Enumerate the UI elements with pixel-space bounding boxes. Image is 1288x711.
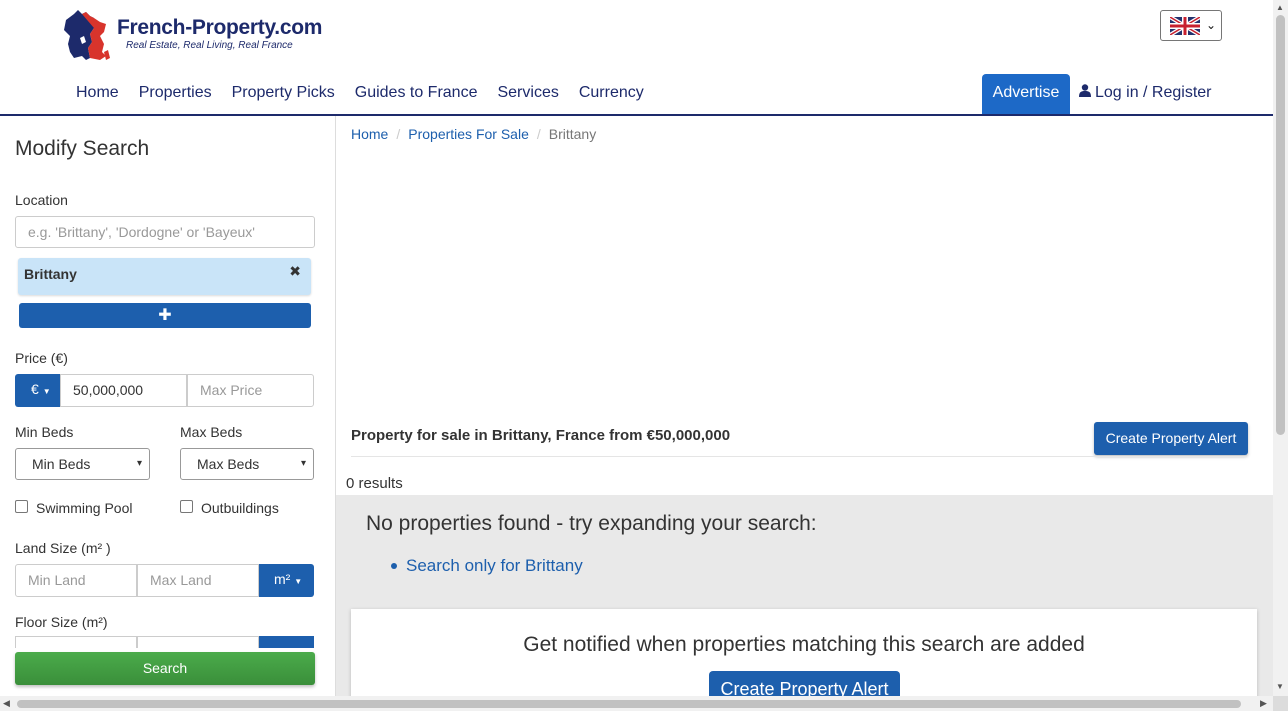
search-only-brittany-link[interactable]: Search only for Brittany — [406, 556, 583, 576]
main-nav: Home Properties Property Picks Guides to… — [66, 74, 654, 114]
search-sidebar: Modify Search Location e.g. 'Brittany', … — [0, 116, 336, 711]
swimming-pool-label: Swimming Pool — [36, 500, 133, 516]
nav-guides-to-france[interactable]: Guides to France — [345, 74, 488, 114]
site-header: French-Property.com Real Estate, Real Li… — [0, 0, 1273, 116]
caret-down-icon: ▼ — [42, 387, 51, 396]
min-land-input[interactable]: Min Land — [15, 564, 137, 597]
page-title: Property for sale in Brittany, France fr… — [351, 427, 731, 444]
currency-dropdown-button[interactable]: € ▼ — [15, 374, 61, 407]
currency-symbol: € — [31, 381, 39, 397]
close-icon[interactable]: ✖ — [289, 263, 301, 280]
add-location-button[interactable]: ✚ — [19, 303, 311, 328]
logo-name: French-Property.com — [117, 16, 323, 39]
scroll-down-icon[interactable]: ▼ — [1276, 682, 1284, 691]
login-register-label: Log in / Register — [1095, 84, 1212, 101]
site-logo[interactable]: French-Property.com Real Estate, Real Li… — [60, 8, 323, 64]
floor-unit-dropdown-button[interactable] — [259, 636, 314, 648]
chevron-down-icon: ⌄ — [1206, 18, 1217, 32]
notify-text: Get notified when properties matching th… — [523, 633, 1085, 656]
land-unit: m² — [274, 571, 291, 587]
bullet-icon — [391, 563, 397, 569]
price-label: Price (€) — [15, 350, 68, 366]
nav-properties[interactable]: Properties — [129, 74, 222, 114]
nav-home[interactable]: Home — [66, 74, 129, 114]
france-map-icon — [64, 10, 110, 60]
scroll-right-icon[interactable]: ▶ — [1260, 698, 1267, 709]
swimming-pool-checkbox[interactable] — [15, 500, 28, 513]
max-land-input[interactable]: Max Land — [137, 564, 259, 597]
advertise-button[interactable]: Advertise — [982, 74, 1070, 114]
scroll-up-icon[interactable]: ▲ — [1276, 3, 1284, 12]
max-beds-select[interactable]: Max Beds ▾ — [180, 448, 314, 480]
breadcrumb-home[interactable]: Home — [351, 126, 388, 142]
min-beds-label: Min Beds — [15, 424, 74, 440]
max-beds-label: Max Beds — [180, 424, 243, 440]
chevron-down-icon: ▾ — [300, 458, 306, 469]
chevron-down-icon: ▾ — [136, 458, 142, 469]
location-label: Location — [15, 192, 68, 208]
land-unit-dropdown-button[interactable]: m² ▼ — [259, 564, 314, 597]
plus-icon: ✚ — [158, 307, 172, 324]
min-beds-select[interactable]: Min Beds ▾ — [15, 448, 150, 480]
user-icon — [1079, 84, 1091, 97]
breadcrumb-separator: / — [396, 126, 401, 142]
min-beds-value: Min Beds — [32, 456, 91, 472]
search-button[interactable]: Search — [15, 652, 315, 685]
no-results-message: No properties found - try expanding your… — [366, 512, 817, 535]
uk-flag-icon — [1170, 17, 1200, 35]
min-floor-input[interactable] — [15, 636, 137, 648]
land-size-label: Land Size (m² ) — [15, 540, 111, 556]
horizontal-scroll-thumb[interactable] — [17, 700, 1241, 708]
outbuildings-label: Outbuildings — [201, 500, 279, 516]
location-chip: Brittany ✖ — [18, 258, 311, 295]
max-price-input[interactable]: Max Price — [187, 374, 314, 407]
location-input[interactable]: e.g. 'Brittany', 'Dordogne' or 'Bayeux' — [15, 216, 315, 248]
breadcrumb-current: Brittany — [548, 126, 597, 142]
min-price-input[interactable]: 50,000,000 — [60, 374, 187, 407]
max-beds-value: Max Beds — [197, 456, 260, 472]
scroll-left-icon[interactable]: ◀ — [3, 698, 10, 709]
outbuildings-checkbox[interactable] — [180, 500, 193, 513]
nav-property-picks[interactable]: Property Picks — [222, 74, 345, 114]
language-select[interactable]: ⌄ — [1160, 10, 1222, 41]
max-floor-input[interactable] — [137, 636, 259, 648]
location-chip-label: Brittany — [24, 266, 77, 282]
breadcrumb: Home / Properties For Sale / Brittany — [351, 126, 596, 142]
page: French-Property.com Real Estate, Real Li… — [0, 0, 1288, 711]
logo-tagline: Real Estate, Real Living, Real France — [126, 40, 293, 51]
divider — [351, 456, 1247, 457]
create-property-alert-button[interactable]: Create Property Alert — [1094, 422, 1248, 455]
floor-size-inputs — [15, 636, 314, 648]
sidebar-title-divider — [15, 168, 315, 178]
floor-size-label: Floor Size (m²) — [15, 614, 108, 630]
breadcrumb-properties-for-sale[interactable]: Properties For Sale — [408, 126, 529, 142]
breadcrumb-separator: / — [536, 126, 541, 142]
vertical-scrollbar[interactable]: ▲ ▼ — [1273, 0, 1288, 696]
results-count: 0 results — [346, 475, 403, 492]
sidebar-title: Modify Search — [15, 137, 150, 160]
login-register-link[interactable]: Log in / Register — [1079, 84, 1212, 102]
scrollbar-corner — [1273, 696, 1288, 711]
horizontal-scrollbar[interactable]: ◀ ▶ — [0, 696, 1273, 711]
nav-services[interactable]: Services — [487, 74, 568, 114]
caret-down-icon: ▼ — [294, 577, 303, 586]
vertical-scroll-thumb[interactable] — [1276, 15, 1285, 435]
nav-currency[interactable]: Currency — [569, 74, 654, 114]
